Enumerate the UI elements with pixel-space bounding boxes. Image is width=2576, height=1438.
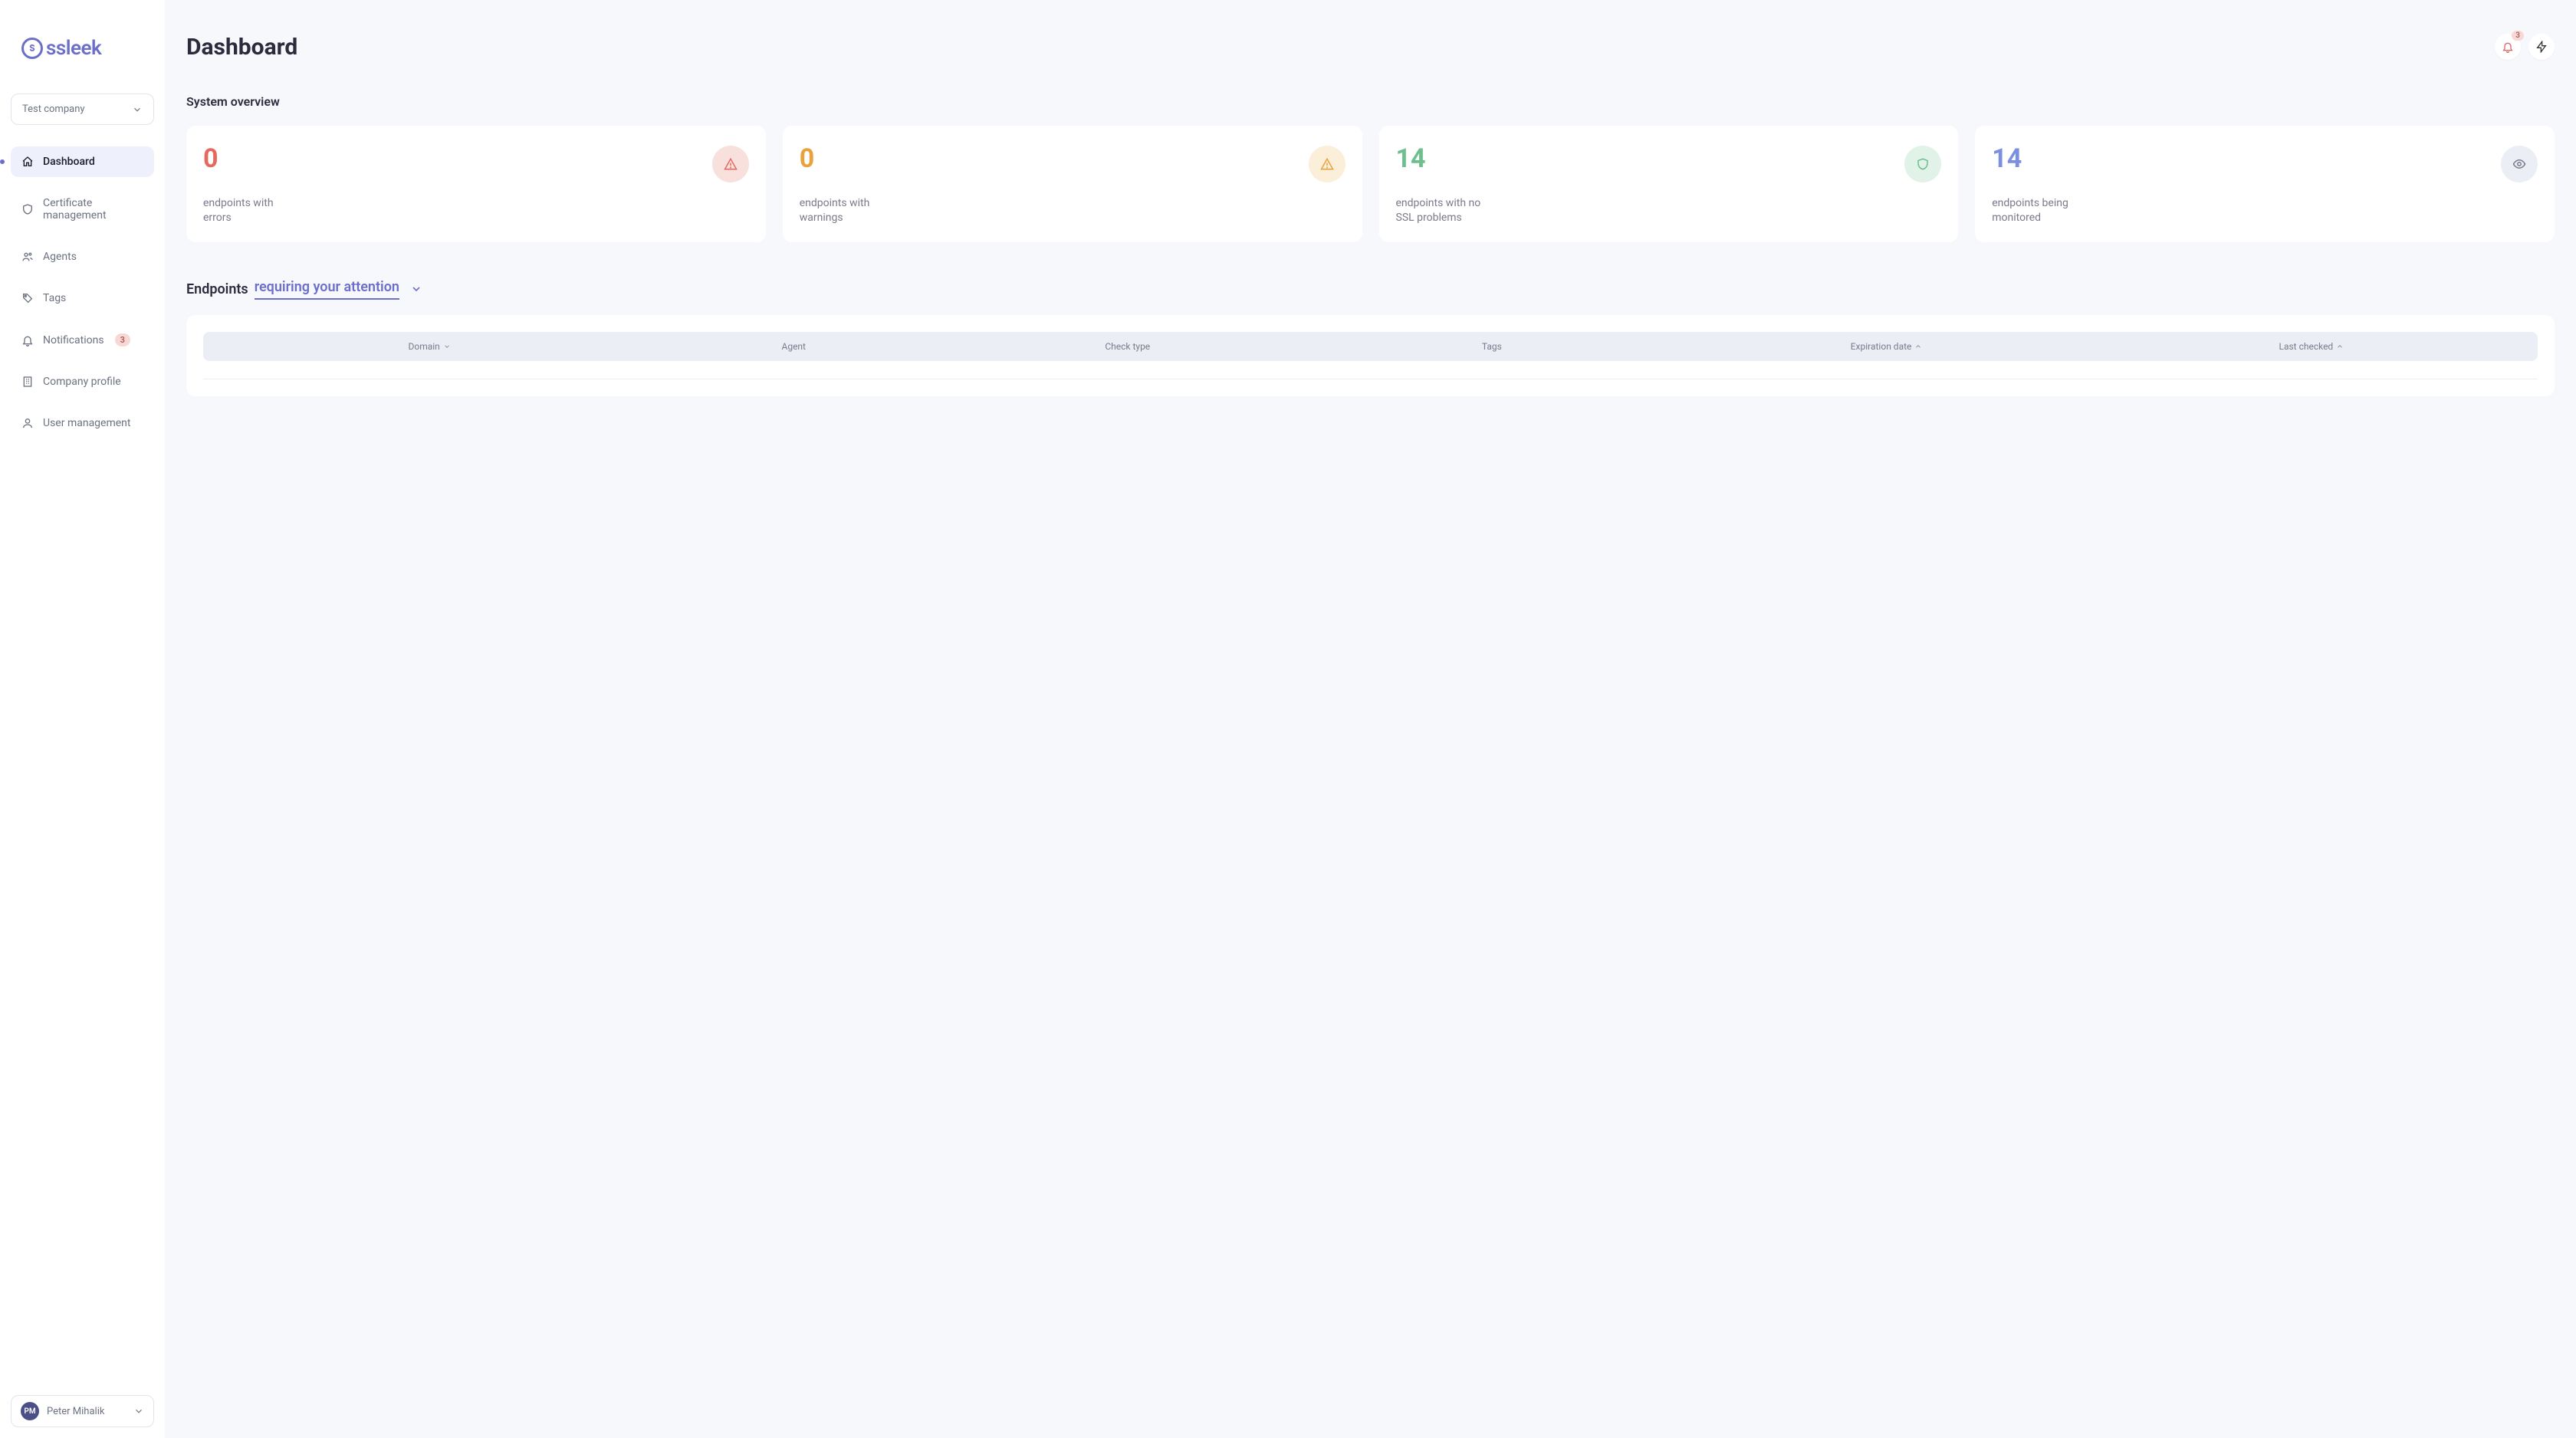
card-warnings-label: endpoints with warnings (800, 196, 892, 225)
card-ok[interactable]: 14 endpoints with no SSL problems (1379, 126, 1959, 242)
overview-cards: 0 endpoints with errors 0 endpoint (186, 126, 2555, 242)
card-ok-value: 14 (1396, 146, 1426, 172)
logo: ssleek (0, 0, 165, 78)
card-warnings[interactable]: 0 endpoints with warnings (783, 126, 1362, 242)
brand-name: ssleek (46, 37, 101, 60)
lightning-icon (2535, 41, 2548, 53)
topbar: Dashboard 3 (186, 34, 2555, 61)
card-errors-label: endpoints with errors (203, 196, 295, 225)
sidebar-item-label: User management (43, 417, 130, 429)
chevron-down-icon (132, 104, 143, 115)
shield-icon (21, 203, 34, 215)
home-icon (21, 156, 34, 168)
endpoints-filter-dropdown[interactable]: requiring your attention (255, 279, 399, 300)
users-icon (21, 251, 34, 263)
avatar: PM (21, 1402, 39, 1420)
bell-icon (21, 334, 34, 346)
system-overview-section: System overview 0 endpoints with errors … (186, 94, 2555, 242)
sidebar-nav: Dashboard Certificate management Agents … (0, 146, 165, 449)
sidebar-item-tags[interactable]: Tags (11, 283, 154, 314)
company-selector-label: Test company (22, 103, 85, 115)
table-header: Domain Agent Check type Tags (203, 332, 2538, 361)
system-overview-title: System overview (186, 94, 2555, 109)
column-header-expiration[interactable]: Expiration date (1674, 341, 2098, 352)
column-header-check-type[interactable]: Check type (945, 341, 1309, 352)
sidebar-item-label: Notifications (43, 334, 104, 346)
column-header-tags[interactable]: Tags (1309, 341, 1674, 352)
sidebar-item-notifications[interactable]: Notifications 3 (11, 324, 154, 356)
sidebar: ssleek Test company Dashboard Certificat… (0, 0, 165, 1438)
tag-icon (21, 292, 34, 304)
card-warnings-value: 0 (800, 146, 815, 172)
endpoints-table: Domain Agent Check type Tags (186, 315, 2555, 396)
endpoints-heading-prefix: Endpoints (186, 281, 248, 297)
sidebar-item-label: Tags (43, 292, 66, 304)
quick-actions-button[interactable] (2528, 34, 2555, 60)
user-name: Peter Mihalik (47, 1406, 126, 1417)
company-selector[interactable]: Test company (11, 94, 154, 125)
chevron-up-icon (1914, 343, 1922, 350)
building-icon (21, 376, 34, 388)
user-icon (21, 417, 34, 429)
alert-triangle-icon (712, 146, 749, 182)
sidebar-item-user-management[interactable]: User management (11, 408, 154, 438)
column-header-agent[interactable]: Agent (642, 341, 945, 352)
sidebar-item-label: Certificate management (43, 197, 143, 222)
card-monitored[interactable]: 14 endpoints being monitored (1975, 126, 2555, 242)
notifications-badge: 3 (115, 333, 130, 346)
main: Dashboard 3 System overview 0 (165, 0, 2576, 1438)
endpoints-heading: Endpoints requiring your attention (186, 279, 2555, 300)
table-body-empty (203, 361, 2538, 379)
sidebar-item-label: Company profile (43, 376, 121, 388)
top-actions: 3 (2495, 34, 2555, 60)
card-monitored-label: endpoints being monitored (1992, 196, 2084, 225)
chevron-down-icon (133, 1406, 144, 1417)
notifications-button[interactable]: 3 (2495, 34, 2521, 60)
card-errors-value: 0 (203, 146, 219, 172)
sidebar-item-dashboard[interactable]: Dashboard (11, 146, 154, 177)
logo-mark-icon (21, 38, 43, 59)
sidebar-item-label: Agents (43, 251, 77, 263)
chevron-down-icon[interactable] (410, 283, 422, 295)
card-ok-label: endpoints with no SSL problems (1396, 196, 1488, 225)
page-title: Dashboard (186, 34, 297, 61)
sidebar-item-label: Dashboard (43, 156, 95, 168)
sidebar-item-agents[interactable]: Agents (11, 241, 154, 272)
notifications-button-badge: 3 (2512, 31, 2524, 41)
column-header-last-checked[interactable]: Last checked (2099, 341, 2524, 352)
chevron-down-icon (443, 343, 451, 350)
endpoints-section: Endpoints requiring your attention Domai… (186, 279, 2555, 396)
eye-icon (2501, 146, 2538, 182)
column-header-domain[interactable]: Domain (217, 341, 642, 352)
shield-icon (1904, 146, 1941, 182)
chevron-up-icon (2336, 343, 2344, 350)
sidebar-item-certificate-management[interactable]: Certificate management (11, 188, 154, 231)
user-menu[interactable]: PM Peter Mihalik (11, 1395, 154, 1427)
card-errors[interactable]: 0 endpoints with errors (186, 126, 766, 242)
alert-triangle-icon (1309, 146, 1346, 182)
sidebar-item-company-profile[interactable]: Company profile (11, 366, 154, 397)
card-monitored-value: 14 (1992, 146, 2022, 172)
